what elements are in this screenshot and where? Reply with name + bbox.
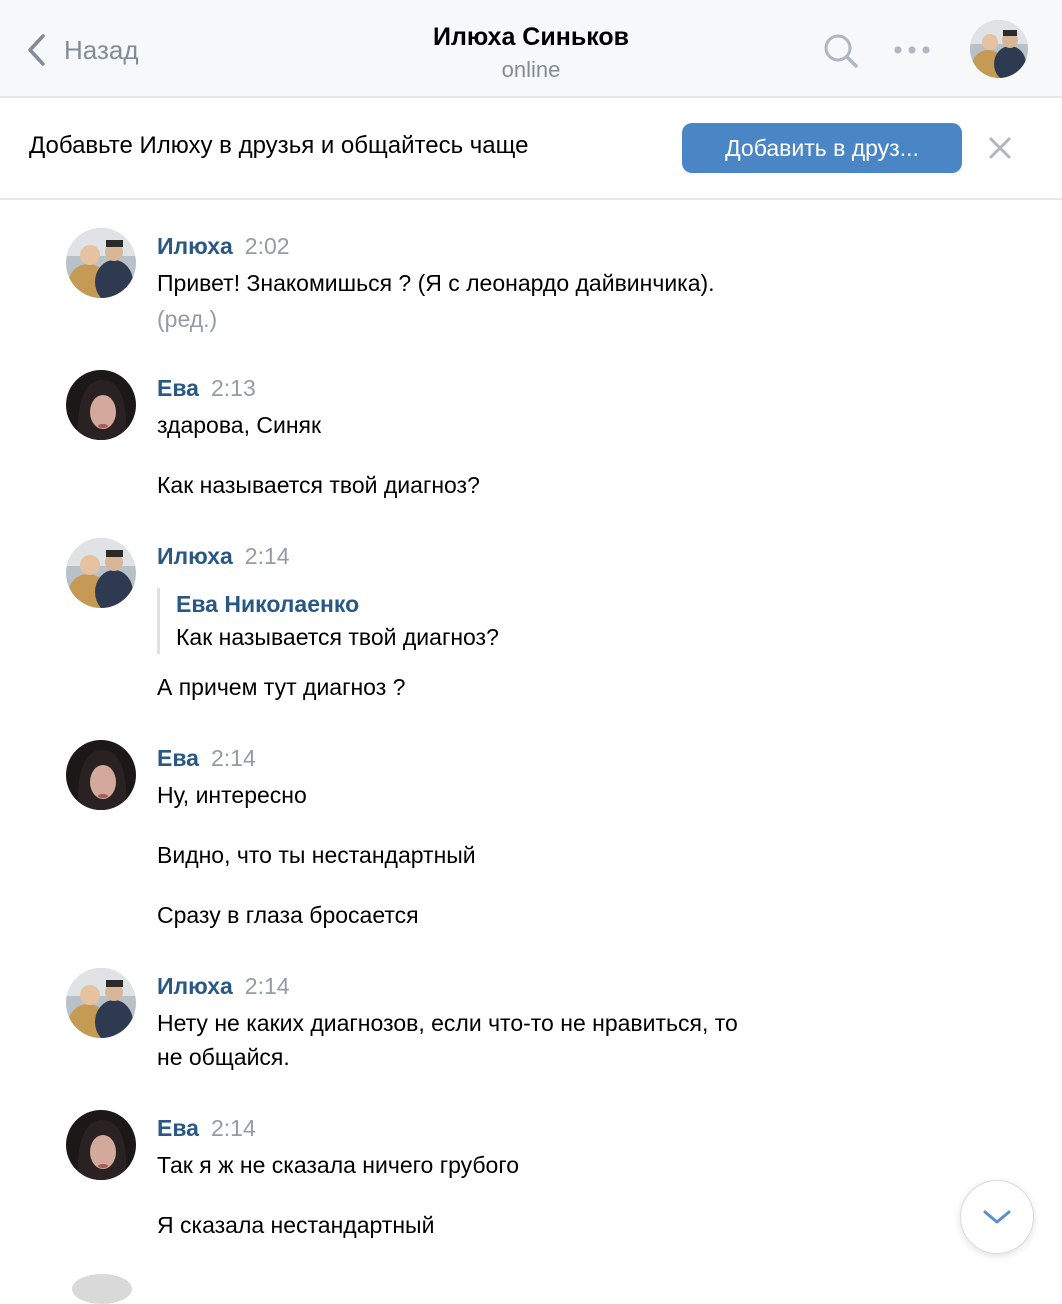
message-text: Сразу в глаза бросается bbox=[157, 902, 419, 928]
message-meta: Ева 2:13 bbox=[157, 372, 256, 404]
message-author[interactable]: Илюха bbox=[157, 233, 233, 259]
message-time: 2:14 bbox=[244, 543, 290, 569]
close-icon[interactable] bbox=[986, 134, 1014, 162]
message-author[interactable]: Илюха bbox=[157, 543, 233, 569]
message-text: здарова, Синяк bbox=[157, 412, 322, 438]
message-meta: Ева 2:14 bbox=[157, 1112, 256, 1144]
contact-avatar[interactable] bbox=[970, 20, 1028, 78]
edited-label: (ред.) bbox=[157, 306, 218, 332]
avatar[interactable] bbox=[66, 1110, 136, 1180]
search-icon[interactable] bbox=[823, 33, 859, 69]
add-friend-button[interactable]: Добавить в друз... bbox=[682, 123, 962, 173]
message-time: 2:02 bbox=[244, 233, 290, 259]
message-author[interactable]: Ева bbox=[157, 1115, 199, 1141]
message-author[interactable]: Ева bbox=[157, 745, 199, 771]
chat-header: Назад Илюха Синьков online bbox=[0, 0, 1062, 98]
avatar[interactable] bbox=[66, 538, 136, 608]
message-meta: Ева 2:14 bbox=[157, 742, 256, 774]
avatar[interactable] bbox=[66, 968, 136, 1038]
avatar[interactable] bbox=[72, 1274, 132, 1304]
message-author[interactable]: Ева bbox=[157, 375, 199, 401]
add-friend-banner: Добавьте Илюху в друзья и общайтесь чаще… bbox=[0, 98, 1062, 200]
chevron-down-icon bbox=[983, 1210, 1011, 1224]
message-text: Я сказала нестандартный bbox=[157, 1212, 435, 1238]
scroll-down-button[interactable] bbox=[960, 1180, 1034, 1254]
message-text: А причем тут диагноз ? bbox=[157, 674, 406, 700]
avatar[interactable] bbox=[66, 228, 136, 298]
message-text: не общайся. bbox=[157, 1044, 290, 1070]
message-text: Привет! Знакомишься ? (Я с леонардо дайв… bbox=[157, 270, 715, 296]
message-author[interactable]: Илюха bbox=[157, 973, 233, 999]
message-text: Как называется твой диагноз? bbox=[157, 472, 480, 498]
message-time: 2:14 bbox=[210, 1115, 256, 1141]
reply-text: Как называется твой диагноз? bbox=[176, 624, 499, 650]
message-time: 2:14 bbox=[244, 973, 290, 999]
message-meta: Илюха 2:14 bbox=[157, 970, 290, 1002]
avatar[interactable] bbox=[66, 370, 136, 440]
add-friend-text: Добавьте Илюху в друзья и общайтесь чаще bbox=[29, 132, 529, 159]
message-text: Так я ж не сказала ничего грубого bbox=[157, 1152, 520, 1178]
avatar[interactable] bbox=[66, 740, 136, 810]
message-meta: Илюха 2:02 bbox=[157, 230, 290, 262]
reply-author[interactable]: Ева Николаенко bbox=[176, 588, 499, 620]
message-time: 2:14 bbox=[210, 745, 256, 771]
message-text: Нету не каких диагнозов, если что-то не … bbox=[157, 1010, 738, 1036]
message-text: Ну, интересно bbox=[157, 782, 307, 808]
message-time: 2:13 bbox=[210, 375, 256, 401]
more-icon[interactable] bbox=[892, 40, 932, 60]
reply-quote[interactable]: Ева Николаенко Как называется твой диагн… bbox=[157, 588, 499, 654]
message-text: Видно, что ты нестандартный bbox=[157, 842, 476, 868]
message-meta: Илюха 2:14 bbox=[157, 540, 290, 572]
